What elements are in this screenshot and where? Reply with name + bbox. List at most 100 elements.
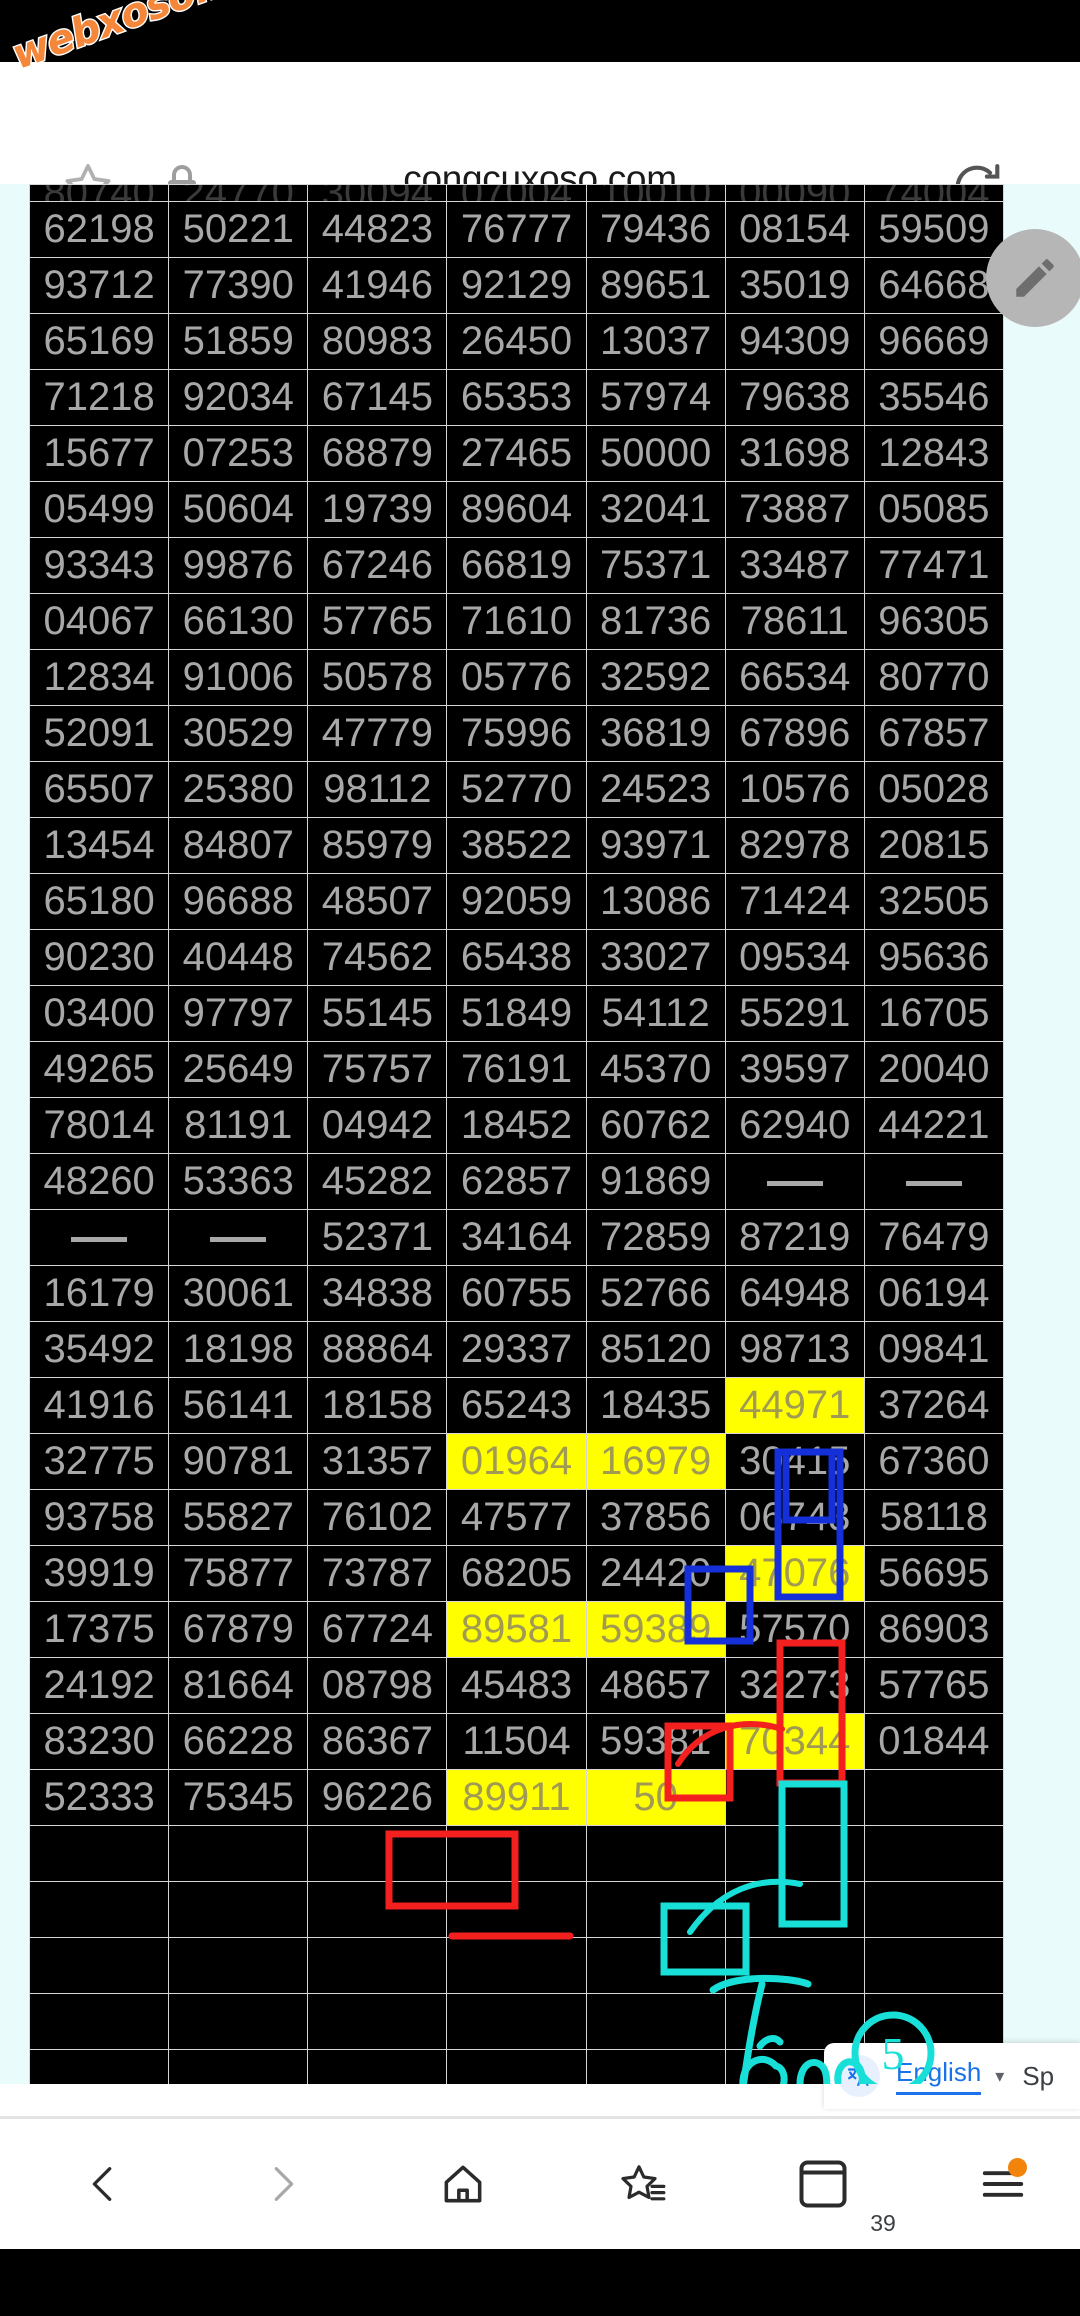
table-cell: 66819 <box>446 537 587 594</box>
table-row: 65169 51859 80983 26450 13037 94309 96669 <box>28 313 1005 370</box>
table-cell: 67246 <box>307 537 448 594</box>
table-row: 48260 53363 45282 62857 91869 <box>28 1153 1005 1210</box>
table-cell: 85120 <box>585 1321 726 1378</box>
table-cell: 50000 <box>585 425 726 482</box>
table-cell: 76479 <box>863 1209 1005 1266</box>
table-row: 52091 30529 47779 75996 36819 67896 67857 <box>28 705 1005 762</box>
table-cell: 76777 <box>446 201 587 258</box>
table-cell: 30529 <box>168 705 309 762</box>
table-cell: 94309 <box>724 313 865 370</box>
table-cell: 07004 <box>446 184 587 202</box>
table-cell: 93712 <box>28 257 170 314</box>
table-row: 39919 75877 73787 68205 24420 47076 56695 <box>28 1545 1005 1602</box>
table-cell: 55291 <box>724 985 865 1042</box>
table-cell: 06194 <box>863 1265 1005 1322</box>
table-cell <box>863 1153 1005 1210</box>
table-row: 05499 50604 19739 89604 32041 73887 05085 <box>28 481 1005 538</box>
edit-floating-button[interactable] <box>986 229 1080 327</box>
table-row: 17375 67879 67724 89581 59389 57570 86903 <box>28 1601 1005 1658</box>
table-cell: 08154 <box>724 201 865 258</box>
table-cell: 50 <box>585 1769 726 1826</box>
table-cell: 73887 <box>724 481 865 538</box>
table-cell: 01844 <box>863 1713 1005 1770</box>
table-cell: 12834 <box>28 649 170 706</box>
table-cell <box>168 1209 309 1266</box>
table-cell: 67360 <box>863 1433 1005 1490</box>
browser-toolbar: congcuxoso.com <box>0 62 1080 209</box>
table-cell: 78611 <box>724 593 865 650</box>
table-cell: 57765 <box>307 593 448 650</box>
table-cell: 80740 <box>28 184 170 202</box>
table-cell: 30415 <box>724 1433 865 1490</box>
web-page-viewport[interactable]: 8074024770300940700410010000907400462198… <box>0 184 1080 2084</box>
table-cell <box>28 1937 170 1994</box>
table-cell: 13086 <box>585 873 726 930</box>
bookmarks-star-icon[interactable] <box>568 2119 718 2249</box>
table-row: 65507 25380 98112 52770 24523 10576 05028 <box>28 761 1005 818</box>
table-cell <box>28 1825 170 1882</box>
table-cell: 76191 <box>446 1041 587 1098</box>
table-cell: 92059 <box>446 873 587 930</box>
table-cell: 98112 <box>307 761 448 818</box>
table-cell: 67857 <box>863 705 1005 762</box>
tab-switcher-button[interactable]: 39 <box>748 2119 898 2249</box>
table-cell <box>724 1881 865 1938</box>
table-cell: 18198 <box>168 1321 309 1378</box>
table-cell: 47577 <box>446 1489 587 1546</box>
table-cell <box>28 1993 170 2050</box>
home-icon[interactable] <box>388 2119 538 2249</box>
table-cell: 98713 <box>724 1321 865 1378</box>
table-cell: 34164 <box>446 1209 587 1266</box>
table-cell: 71424 <box>724 873 865 930</box>
table-cell: 75996 <box>446 705 587 762</box>
table-cell: 40448 <box>168 929 309 986</box>
hamburger-menu-icon[interactable] <box>928 2119 1078 2249</box>
table-cell: 13454 <box>28 817 170 874</box>
table-cell: 85979 <box>307 817 448 874</box>
table-cell: 03400 <box>28 985 170 1042</box>
table-cell: 25649 <box>168 1041 309 1098</box>
chevron-down-icon[interactable]: ▾ <box>995 2066 1004 2087</box>
table-cell: 44971 <box>724 1377 865 1434</box>
translate-bar[interactable]: English ▾ Sp <box>824 2043 1080 2109</box>
table-cell: 92034 <box>168 369 309 426</box>
table-cell: 09841 <box>863 1321 1005 1378</box>
table-cell: 50221 <box>168 201 309 258</box>
table-cell: 48507 <box>307 873 448 930</box>
table-cell: 76102 <box>307 1489 448 1546</box>
table-row: 49265 25649 75757 76191 45370 39597 20040 <box>28 1041 1005 1098</box>
table-cell: 24192 <box>28 1657 170 1714</box>
table-cell: 56141 <box>168 1377 309 1434</box>
table-cell <box>307 1993 448 2050</box>
table-cell: 39597 <box>724 1041 865 1098</box>
table-cell: 18435 <box>585 1377 726 1434</box>
table-cell: 37856 <box>585 1489 726 1546</box>
table-cell: 51849 <box>446 985 587 1042</box>
table-cell: 32041 <box>585 481 726 538</box>
gesture-navigation-bar <box>0 2249 1080 2316</box>
table-cell: 44221 <box>863 1097 1005 1154</box>
table-cell <box>446 1881 587 1938</box>
forward-chevron-icon[interactable] <box>208 2119 358 2249</box>
table-cell: 32775 <box>28 1433 170 1490</box>
google-translate-icon[interactable] <box>838 2055 880 2097</box>
table-cell: 35019 <box>724 257 865 314</box>
table-cell <box>724 1153 865 1210</box>
table-cell: 15677 <box>28 425 170 482</box>
table-cell: 62198 <box>28 201 170 258</box>
table-cell: 91869 <box>585 1153 726 1210</box>
table-cell: 41946 <box>307 257 448 314</box>
table-row <box>28 1937 1005 1994</box>
table-cell: 96226 <box>307 1769 448 1826</box>
table-cell <box>863 1825 1005 1882</box>
table-cell: 51859 <box>168 313 309 370</box>
table-cell: 96305 <box>863 593 1005 650</box>
table-cell <box>168 2049 309 2084</box>
table-cell: 65169 <box>28 313 170 370</box>
translate-language-active[interactable]: English <box>896 2057 982 2095</box>
table-cell: 32273 <box>724 1657 865 1714</box>
table-cell: 95636 <box>863 929 1005 986</box>
back-chevron-icon[interactable] <box>28 2119 178 2249</box>
table-row: 41916 56141 18158 65243 18435 44971 37264 <box>28 1377 1005 1434</box>
translate-language-other[interactable]: Sp <box>1022 2061 1054 2092</box>
